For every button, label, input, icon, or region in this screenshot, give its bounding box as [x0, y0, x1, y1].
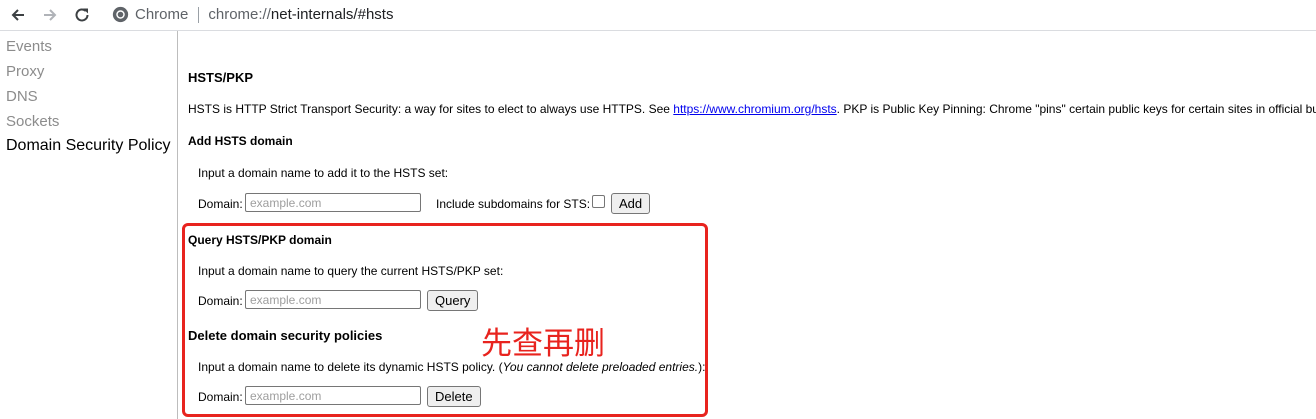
sidebar-item-dns[interactable]: DNS: [6, 88, 38, 105]
address-bar[interactable]: Chrome chrome://net-internals/#hsts: [104, 1, 1304, 28]
reload-icon: [75, 8, 89, 22]
delete-instructions-text: Input a domain name to delete its dynami…: [198, 360, 503, 374]
back-arrow-icon: [11, 9, 24, 21]
include-subdomains-label: Include subdomains for STS:: [436, 197, 591, 211]
query-domain-input[interactable]: [245, 290, 421, 309]
description-text-end: . PKP is Public Key Pinning: Chrome "pin…: [836, 102, 1316, 116]
sidebar-item-domain-security-policy[interactable]: Domain Security Policy: [6, 137, 171, 155]
browser-toolbar: Chrome chrome://net-internals/#hsts: [0, 0, 1316, 31]
sidebar-item-proxy[interactable]: Proxy: [6, 63, 44, 80]
delete-policies-instructions: Input a domain name to delete its dynami…: [198, 360, 705, 374]
add-hsts-heading: Add HSTS domain: [188, 134, 293, 148]
sidebar-item-sockets[interactable]: Sockets: [6, 113, 59, 130]
delete-instructions-end: ):: [698, 360, 706, 374]
chrome-logo-icon: [112, 6, 129, 23]
url-text: chrome://net-internals/#hsts: [208, 6, 393, 23]
query-domain-label: Domain:: [198, 294, 243, 308]
origin-label: Chrome: [135, 6, 189, 23]
query-hsts-heading: Query HSTS/PKP domain: [188, 233, 332, 247]
sidebar: Events Proxy DNS Sockets Domain Security…: [0, 31, 178, 419]
delete-domain-input[interactable]: [245, 386, 421, 405]
description-text-start: HSTS is HTTP Strict Transport Security: …: [188, 102, 674, 116]
query-button[interactable]: Query: [427, 290, 479, 311]
omnibox-separator: [198, 6, 200, 23]
delete-button[interactable]: Delete: [427, 386, 481, 407]
forward-button[interactable]: [38, 3, 62, 27]
main-content: HSTS/PKP HSTS is HTTP Strict Transport S…: [188, 31, 1316, 419]
include-subdomains-checkbox[interactable]: [592, 195, 605, 208]
annotation-text: 先查再删: [481, 326, 605, 362]
chromium-hsts-link[interactable]: https://www.chromium.org/hsts: [673, 102, 836, 116]
forward-arrow-icon: [44, 9, 57, 21]
add-domain-label: Domain:: [198, 197, 243, 211]
page-title: HSTS/PKP: [188, 70, 254, 85]
url-path: net-internals/#hsts: [270, 6, 394, 23]
url-scheme: chrome://: [208, 6, 271, 23]
reload-button[interactable]: [70, 3, 94, 27]
hsts-description: HSTS is HTTP Strict Transport Security: …: [188, 102, 1316, 116]
add-hsts-instructions: Input a domain name to add it to the HST…: [198, 166, 449, 180]
query-hsts-instructions: Input a domain name to query the current…: [198, 264, 504, 278]
delete-domain-label: Domain:: [198, 390, 243, 404]
add-domain-input[interactable]: [245, 193, 421, 212]
sidebar-item-events[interactable]: Events: [6, 38, 52, 55]
add-button[interactable]: Add: [611, 193, 651, 214]
delete-policies-heading: Delete domain security policies: [188, 328, 383, 343]
back-button[interactable]: [6, 3, 30, 27]
